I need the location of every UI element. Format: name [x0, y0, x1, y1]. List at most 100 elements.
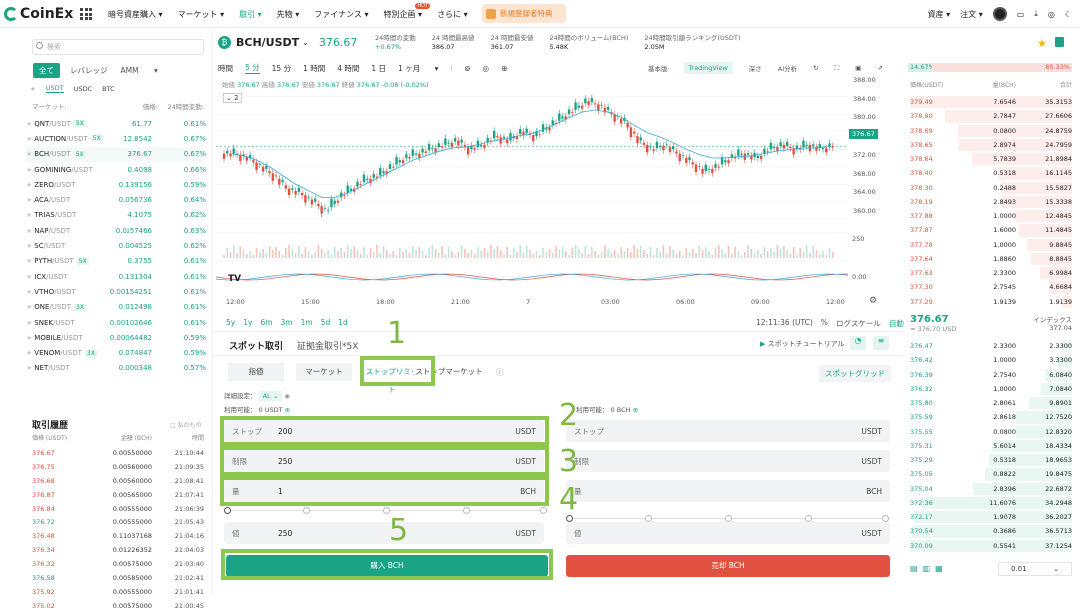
- add-icon[interactable]: ⊕: [501, 64, 507, 73]
- range-1y[interactable]: 1y: [243, 318, 252, 327]
- market-row[interactable]: ★ ONE/USDT 3X 0.012498 0.61%: [26, 300, 206, 315]
- star-icon[interactable]: ★: [26, 211, 32, 219]
- buy-amount-slider[interactable]: [224, 507, 548, 515]
- star-icon[interactable]: ★: [26, 319, 32, 327]
- market-row[interactable]: ★ BCH/USDT 5X 376.67 0.67%: [26, 146, 206, 162]
- ask-row[interactable]: 378.40 0.5318 16.1145: [910, 166, 1072, 180]
- ask-row[interactable]: 377.29 1.9139 1.9139: [910, 295, 1072, 309]
- tab-margin[interactable]: 証拠金取引*5X: [297, 339, 358, 352]
- market-row[interactable]: ★ SC/USDT 0.004525 0.62%: [26, 238, 206, 253]
- order-limit[interactable]: 指値: [228, 363, 284, 381]
- star-icon[interactable]: ★: [26, 120, 32, 128]
- interval-5m[interactable]: 5 分: [245, 62, 260, 74]
- bid-row[interactable]: 372.36 11.6076 34.2948: [910, 496, 1072, 510]
- interval-1mo[interactable]: 1 ヶ月 ▾: [398, 63, 438, 74]
- interval-1d[interactable]: 1 日: [371, 63, 386, 74]
- tab-usdc[interactable]: USDC: [74, 85, 92, 93]
- globe-icon[interactable]: ◎: [1048, 10, 1055, 19]
- market-row[interactable]: ★ VTHO/USDT 0.00154251 0.61%: [26, 284, 206, 299]
- sell-amount-field[interactable]: 量 BCH: [566, 480, 890, 502]
- message-icon[interactable]: ▭: [1017, 10, 1025, 19]
- star-icon[interactable]: ★: [26, 364, 32, 372]
- candle-type-icon[interactable]: ⫶: [450, 63, 452, 73]
- my-trades-checkbox[interactable]: □ 私のもの: [170, 420, 202, 429]
- bid-row[interactable]: 372.17 1.9078 36.2027: [910, 510, 1072, 524]
- market-row[interactable]: ★ TRIAS/USDT 4.1075 0.62%: [26, 208, 206, 223]
- tab-usdt[interactable]: USDT: [45, 84, 64, 93]
- tab-leverage[interactable]: レバレッジ: [70, 65, 108, 76]
- eye-icon[interactable]: ◉: [284, 392, 290, 400]
- star-icon[interactable]: ★: [26, 288, 32, 296]
- buy-total-field[interactable]: 値 250 USDT: [224, 522, 544, 544]
- camera-icon[interactable]: ▣: [855, 64, 861, 72]
- sell-limit-field[interactable]: 制限 USDT: [566, 450, 890, 472]
- ask-row[interactable]: 377.78 1.0000 9.8845: [910, 238, 1072, 252]
- menu-special[interactable]: 特別企画 ▾ HOT: [384, 2, 431, 20]
- menu-buy-crypto[interactable]: 暗号資産購入 ▾: [108, 9, 163, 20]
- market-row[interactable]: ★ AUCTION/USDT 5X 12.8542 0.67%: [26, 131, 206, 146]
- index-price[interactable]: インデックス 377.04: [1033, 314, 1072, 333]
- ask-row[interactable]: 378.90 2.7847 27.6606: [910, 109, 1072, 123]
- bid-row[interactable]: 376.39 2.7540 6.0840: [910, 368, 1072, 382]
- star-icon[interactable]: ★: [26, 242, 32, 250]
- star-icon[interactable]: ★: [26, 349, 32, 357]
- market-row[interactable]: ★ ICX/USDT 0.131304 0.61%: [26, 269, 206, 284]
- view-basic[interactable]: 基本版: [648, 63, 668, 73]
- deposit-plus-icon[interactable]: ⊕: [633, 406, 638, 414]
- pie-icon[interactable]: ◔: [850, 336, 866, 350]
- range-1m[interactable]: 1m: [301, 318, 313, 327]
- market-row[interactable]: ★ QNT/USDT 5X 61.77 0.61%: [26, 116, 206, 131]
- bid-row[interactable]: 370.54 0.3686 36.5713: [910, 524, 1072, 538]
- market-row[interactable]: ★ NET/USDT 0.000348 0.57%: [26, 361, 206, 376]
- pair-selector[interactable]: BCH/USDT: [236, 36, 299, 49]
- tab-all[interactable]: 全て: [33, 63, 60, 78]
- view-depth[interactable]: 深さ: [749, 63, 762, 73]
- star-icon[interactable]: ★: [26, 135, 32, 143]
- menu-futures[interactable]: 先物 ▾: [277, 9, 300, 20]
- bid-row[interactable]: 375.29 0.5318 18.9653: [910, 453, 1072, 467]
- sell-bch-button[interactable]: 売却 BCH: [566, 555, 890, 577]
- view-ai[interactable]: AI分析: [778, 63, 797, 73]
- range-5d[interactable]: 5d: [321, 318, 331, 327]
- fav-star-icon[interactable]: ★: [30, 85, 36, 93]
- moon-icon[interactable]: ☾: [1065, 10, 1072, 19]
- bid-row[interactable]: 376.42 1.0000 3.3300: [910, 353, 1072, 367]
- menu-finance[interactable]: ファイナンス ▾: [314, 9, 368, 20]
- range-1d[interactable]: 1d: [338, 318, 348, 327]
- spot-grid-button[interactable]: スポットグリッド: [819, 365, 891, 382]
- star-icon[interactable]: ★: [26, 303, 32, 311]
- spot-tutorial-link[interactable]: ▶ スポットチュートリアル: [760, 339, 845, 349]
- settings-icon[interactable]: ◎: [483, 64, 490, 73]
- apps-grid-icon[interactable]: [80, 8, 92, 20]
- settings-select[interactable]: AL ⌄: [258, 391, 283, 401]
- ask-row[interactable]: 379.49 7.6546 35.3153: [910, 95, 1072, 109]
- orders-menu[interactable]: 注文 ▾: [960, 9, 983, 20]
- orderbook-view-icons[interactable]: ▤▥▦: [910, 564, 948, 573]
- ask-row[interactable]: 377.64 1.8860 8.8845: [910, 252, 1072, 266]
- menu-markets[interactable]: マーケット ▾: [178, 9, 225, 20]
- fullscreen-icon[interactable]: ⛶: [835, 64, 840, 73]
- ask-row[interactable]: 378.69 0.0800 24.8759: [910, 124, 1072, 138]
- bid-row[interactable]: 376.47 2.3300 2.3300: [910, 339, 1072, 353]
- chevron-down-icon[interactable]: ⌄: [302, 38, 309, 47]
- coinex-logo[interactable]: CoinEx: [4, 4, 73, 24]
- bid-row[interactable]: 375.59 2.8618 12.7520: [910, 410, 1072, 424]
- bid-row[interactable]: 376.32 1.0000 7.0840: [910, 382, 1072, 396]
- ask-row[interactable]: 378.64 5.7839 21.8984: [910, 152, 1072, 166]
- download-icon[interactable]: ⤓: [1034, 9, 1038, 19]
- log-scale-toggle[interactable]: ログスケール: [836, 318, 881, 329]
- range-3m[interactable]: 3m: [281, 318, 293, 327]
- star-icon[interactable]: ★: [26, 181, 32, 189]
- assets-menu[interactable]: 資産 ▾: [928, 9, 951, 20]
- price-chart[interactable]: [216, 88, 848, 300]
- bid-row[interactable]: 375.05 0.8822 19.8475: [910, 467, 1072, 481]
- range-6m[interactable]: 6m: [260, 318, 272, 327]
- star-icon[interactable]: ★: [26, 257, 32, 265]
- tab-btc[interactable]: BTC: [102, 85, 115, 93]
- star-icon[interactable]: ★: [26, 166, 32, 174]
- bid-row[interactable]: 370.09 0.5541 37.1254: [910, 539, 1072, 553]
- info-icon[interactable]: ⓘ: [496, 367, 504, 378]
- tab-amm[interactable]: AMM ▾: [121, 66, 158, 75]
- sell-stop-field[interactable]: ストップ USDT: [566, 420, 890, 442]
- ask-row[interactable]: 378.19 2.8493 15.3338: [910, 195, 1072, 209]
